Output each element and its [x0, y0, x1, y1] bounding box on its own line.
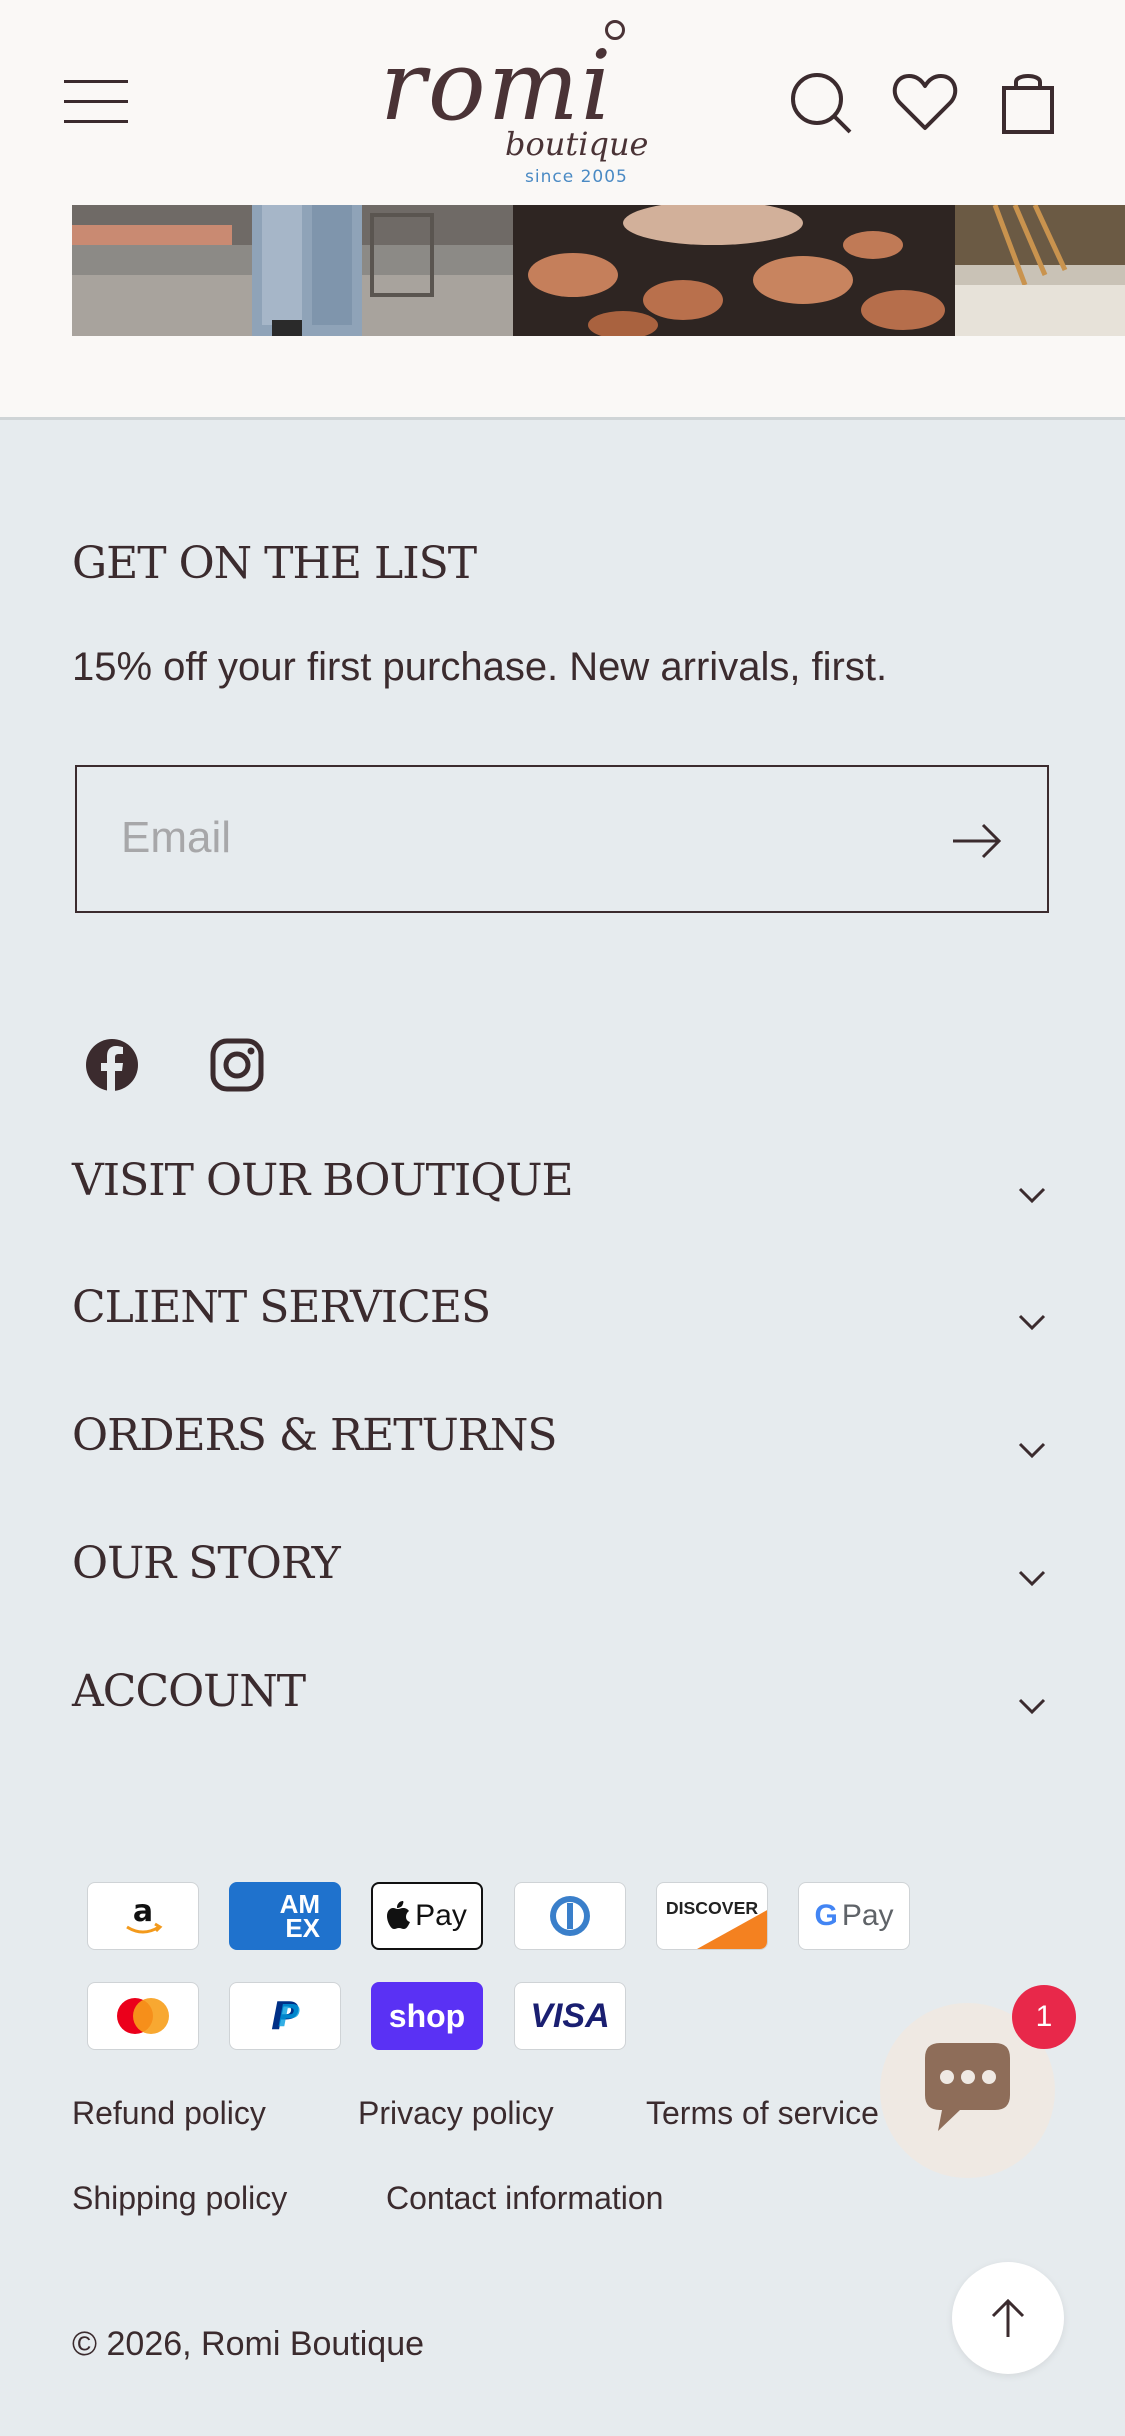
accordion-our-story[interactable]: OUR STORY [72, 1538, 1052, 1618]
copyright-text: © 2026, Romi Boutique [72, 2325, 425, 2363]
accordion-label: VISIT OUR BOUTIQUE [72, 1155, 574, 1206]
section-divider [0, 417, 1125, 420]
logo-sub: boutique [505, 125, 649, 163]
accordion-account[interactable]: ACCOUNT [72, 1666, 1052, 1746]
arrow-right-icon[interactable] [947, 811, 1007, 871]
contact-information-link[interactable]: Contact information [386, 2180, 663, 2217]
shipping-policy-link[interactable]: Shipping policy [72, 2180, 287, 2217]
accordion-visit-our-boutique[interactable]: VISIT OUR BOUTIQUE [72, 1155, 1052, 1235]
chevron-down-icon [1012, 1686, 1052, 1726]
google-g-icon: G [814, 1899, 838, 1932]
facebook-icon[interactable] [82, 1035, 142, 1095]
photo-street[interactable] [72, 205, 513, 336]
mastercard-icon [87, 1982, 199, 2050]
refund-policy-link[interactable]: Refund policy [72, 2095, 266, 2132]
arrow-up-icon [991, 2298, 1025, 2337]
discover-text: DISCOVER [666, 1898, 758, 1918]
accordion-label: OUR STORY [72, 1538, 341, 1589]
amazon-pay-icon: a [87, 1882, 199, 1950]
shop-pay-text: shop [388, 1997, 466, 2034]
newsletter-text: 15% off your first purchase. New arrival… [72, 645, 888, 689]
image-strip [0, 201, 1125, 418]
apple-icon [387, 1901, 411, 1929]
visa-text: VISA [530, 1996, 610, 2035]
amex-icon: AM EX [229, 1882, 341, 1950]
chevron-down-icon [1012, 1175, 1052, 1215]
search-icon[interactable] [786, 68, 856, 138]
svg-text:P: P [278, 1999, 300, 2034]
visa-icon: VISA [514, 1982, 626, 2050]
email-input[interactable] [119, 797, 923, 879]
back-to-top-button[interactable] [952, 2262, 1064, 2374]
apple-pay-icon: Pay [371, 1882, 483, 1950]
accordion-label: ORDERS & RETURNS [72, 1410, 557, 1461]
photo-detail[interactable] [955, 203, 1125, 336]
chevron-down-icon [1012, 1430, 1052, 1470]
discover-icon: DISCOVER [656, 1882, 768, 1950]
privacy-policy-link[interactable]: Privacy policy [358, 2095, 554, 2132]
newsletter-heading: GET ON THE LIST [72, 538, 477, 589]
chat-notification-badge: 1 [1012, 1985, 1076, 2049]
paypal-icon: PP [229, 1982, 341, 2050]
accordion-client-services[interactable]: CLIENT SERVICES [72, 1282, 1052, 1362]
shop-pay-icon: shop [371, 1982, 483, 2050]
logo-dot [605, 20, 625, 40]
email-form [75, 765, 1049, 913]
gpay-text: Pay [841, 1899, 894, 1932]
instagram-icon[interactable] [207, 1035, 267, 1095]
chevron-down-icon [1012, 1558, 1052, 1598]
amex-text: AM EX [279, 1889, 320, 1943]
site-header: romi boutique since 2005 [0, 0, 1125, 205]
logo-since: since 2005 [525, 167, 628, 187]
chevron-down-icon [1012, 1302, 1052, 1342]
accordion-label: CLIENT SERVICES [72, 1282, 491, 1333]
google-pay-icon: G Pay [798, 1882, 910, 1950]
heart-icon[interactable] [890, 68, 960, 138]
accordion-orders-returns[interactable]: ORDERS & RETURNS [72, 1410, 1052, 1490]
apple-pay-text: Pay [415, 1899, 467, 1932]
photo-floral[interactable] [513, 201, 955, 339]
accordion-label: ACCOUNT [72, 1666, 306, 1717]
menu-button[interactable] [64, 78, 130, 124]
terms-of-service-link[interactable]: Terms of service [646, 2095, 879, 2132]
bag-icon[interactable] [994, 68, 1064, 138]
logo[interactable]: romi boutique since 2005 [370, 10, 648, 195]
diners-club-icon [514, 1882, 626, 1950]
svg-text:a: a [133, 1894, 153, 1929]
